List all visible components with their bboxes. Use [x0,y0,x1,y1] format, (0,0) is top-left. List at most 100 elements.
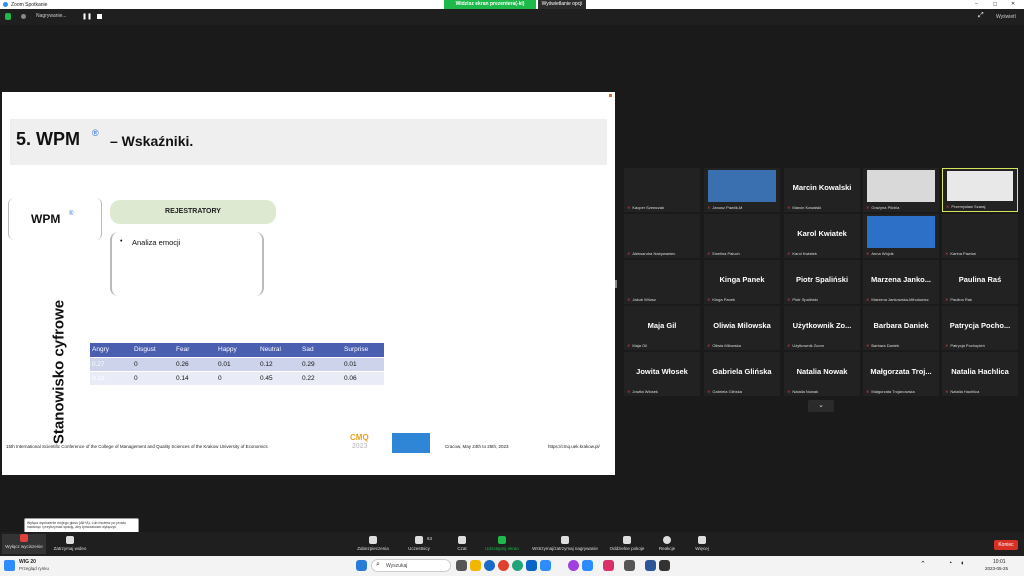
stop-video-button[interactable]: Zatrzymaj wideo [50,536,90,551]
participants-label: Uczestnicy [408,546,430,551]
volume-icon[interactable]: ◖ [960,560,964,567]
participant-tile[interactable]: Natalia Hachlica ✕ Natalia Hachlica [942,352,1018,396]
start-menu-icon[interactable] [356,560,367,571]
muted-mic-icon: ✕ [787,251,791,256]
participant-tile[interactable]: Paulina Raś ✕ Paulina Raś [942,260,1018,304]
participant-tile[interactable]: ✕ Aleksandra Nabywaniec [624,214,700,258]
outlook-icon[interactable] [526,560,537,571]
chrome-icon[interactable] [498,560,509,571]
pause-recording-icon[interactable]: ❚❚ [82,13,92,20]
clock-date[interactable]: 2023-05-25 [985,566,1008,571]
gallery-next-page-button[interactable]: ⌄ [808,400,834,412]
vertical-title-text: Stanowisko cyfrowe [50,299,68,445]
participant-label-text: Jakub Wilusz [632,297,656,302]
participants-count: 63 [427,536,433,541]
edge-icon[interactable] [512,560,523,571]
participant-tile[interactable]: Barbara Daniek ✕ Barbara Daniek [863,306,939,350]
share-screen-icon [498,536,506,544]
participant-tile[interactable]: ✕ Kacper Szewczak [624,168,700,212]
participant-name: Natalia Nowak [796,367,848,376]
participant-label-text: Grażyna Pilchla [871,205,900,210]
minimize-button[interactable]: – [975,1,978,7]
participant-tile[interactable]: Marcin Kowalski ✕ Marcin Kowalski [784,168,860,212]
view-options-button[interactable]: Wyświetlanie opcji [538,0,586,9]
smile-icon [663,536,671,544]
chat-button[interactable]: Czat [452,536,472,551]
stop-recording-icon[interactable] [97,14,102,19]
registrators-label: REJESTRATORY [165,208,221,215]
participant-name: Oliwia Milowska [713,321,771,330]
record-control-button[interactable]: Wstrzymaj/zatrzymaj nagrywanie [528,536,602,551]
participant-tile[interactable]: Marzena Janko... ✕ Marzena Jankowska-Mihuł… [863,260,939,304]
slide-corner-dot-icon [609,94,612,97]
table-cell: 0.14 [174,371,216,386]
participant-label-text: Marcin Kowalski [792,205,822,210]
participant-tile[interactable]: Piotr Spaliński ✕ Piotr Spaliński [784,260,860,304]
wifi-icon[interactable]: ◔ [948,560,952,567]
shield-icon[interactable] [5,13,11,20]
muted-mic-icon [20,534,28,542]
slide-footer: 15th International Scientific Conference… [2,430,615,456]
camera-app-icon[interactable] [659,560,670,571]
participant-label-text: Patrycja Pochopień [950,343,985,348]
muted-mic-icon: ✕ [707,389,711,394]
more-button[interactable]: Więcej [692,536,712,551]
participant-tile[interactable]: ✕ Anna Wójcik [863,214,939,258]
viewing-banner: Widzisz ekran prezentera(-ki) [444,0,536,9]
participant-tile[interactable]: ✕ Ewelina Paluch [704,214,780,258]
participant-tile[interactable]: Użytkownik Zo... ✕ Użytkownik Zoom [784,306,860,350]
recording-label: Nagrywanie... [36,13,67,19]
reactions-button[interactable]: Reakcje [656,536,678,551]
exit-fullscreen-icon[interactable]: ⤢ [978,12,984,20]
participant-name: Gabriela Glińska [712,367,772,376]
participant-label-text: Użytkownik Zoom [792,343,824,348]
participant-tile[interactable]: ✕ Jakub Wilusz [624,260,700,304]
end-meeting-button[interactable]: Koniec [994,540,1018,550]
participant-tile[interactable]: ✕ Grażyna Pilchla [863,168,939,212]
participant-tile[interactable]: Małgorzata Troj... ✕ Małgorzata Trojanowsk… [863,352,939,396]
close-button[interactable]: ✕ [1011,1,1015,7]
view-label[interactable]: Wyświetl [996,14,1016,20]
browser-icon[interactable] [484,560,495,571]
market-widget-title[interactable]: WIG 20 [19,559,36,565]
participant-tile[interactable]: Gabriela Glińska ✕ Gabriela Glińska [704,352,780,396]
word-icon[interactable] [645,560,656,571]
chat-bubble-icon [458,536,466,544]
participant-tile[interactable]: Natalia Nowak ✕ Natalia Nowak [784,352,860,396]
participant-tile[interactable]: ✕ Karina Pawluś [942,214,1018,258]
participant-tile[interactable]: Patrycja Pocho... ✕ Patrycja Pochopień [942,306,1018,350]
participant-tile[interactable]: Jowita Włosek ✕ Jowita Włosek [624,352,700,396]
participant-tile[interactable]: Karol Kwiatek ✕ Karol Kwiatek [784,214,860,258]
task-view-icon[interactable] [456,560,467,571]
table-cell: 0.27 [90,357,132,372]
share-screen-button[interactable]: Udostępnij ekran [482,536,522,551]
participant-tile[interactable]: Oliwia Milowska ✕ Oliwia Milowska [704,306,780,350]
participant-tile[interactable]: Kinga Panek ✕ Kinga Panek [704,260,780,304]
clock-time[interactable]: 10:01 [993,559,1006,565]
security-button[interactable]: Zabezpieczenia [354,536,392,551]
participant-tile[interactable]: Maja Gil ✕ Maja Gil [624,306,700,350]
file-explorer-icon[interactable] [470,560,481,571]
breakout-rooms-button[interactable]: Oddzielne pokoje [606,536,648,551]
splitter-handle-icon[interactable] [615,280,617,288]
table-header-row: Angry Disgust Fear Happy Neutral Sad Sur… [90,343,384,358]
maximize-button[interactable]: ◻ [993,1,997,7]
participant-tile[interactable]: ✕ Janusz Pawlik-M [704,168,780,212]
participant-name: Piotr Spaliński [795,275,849,284]
tray-chevron-icon[interactable]: ⌃ [920,560,926,568]
unmute-button[interactable]: Wyłącz wyciszenie [2,534,46,554]
record-dot-icon [21,14,26,19]
taskbar-search-box[interactable]: ⌕ Wyszukaj [371,559,451,572]
store-icon[interactable] [624,560,635,571]
participant-label: ✕ Patrycja Pochopień [945,343,985,348]
participant-name: Małgorzata Troj... [870,367,932,376]
mail-icon[interactable] [540,560,551,571]
participant-label-text: Aleksandra Nabywaniec [632,251,676,256]
zoom-app-icon[interactable] [582,560,593,571]
breakout-rooms-icon [623,536,631,544]
instagram-icon[interactable] [603,560,614,571]
participant-tile[interactable]: ✕ Przemysław Szaraj [942,168,1018,212]
messenger-icon[interactable] [568,560,579,571]
weather-widget-icon[interactable] [4,560,15,571]
market-widget-subtitle: Przegląd rynku [19,566,50,571]
